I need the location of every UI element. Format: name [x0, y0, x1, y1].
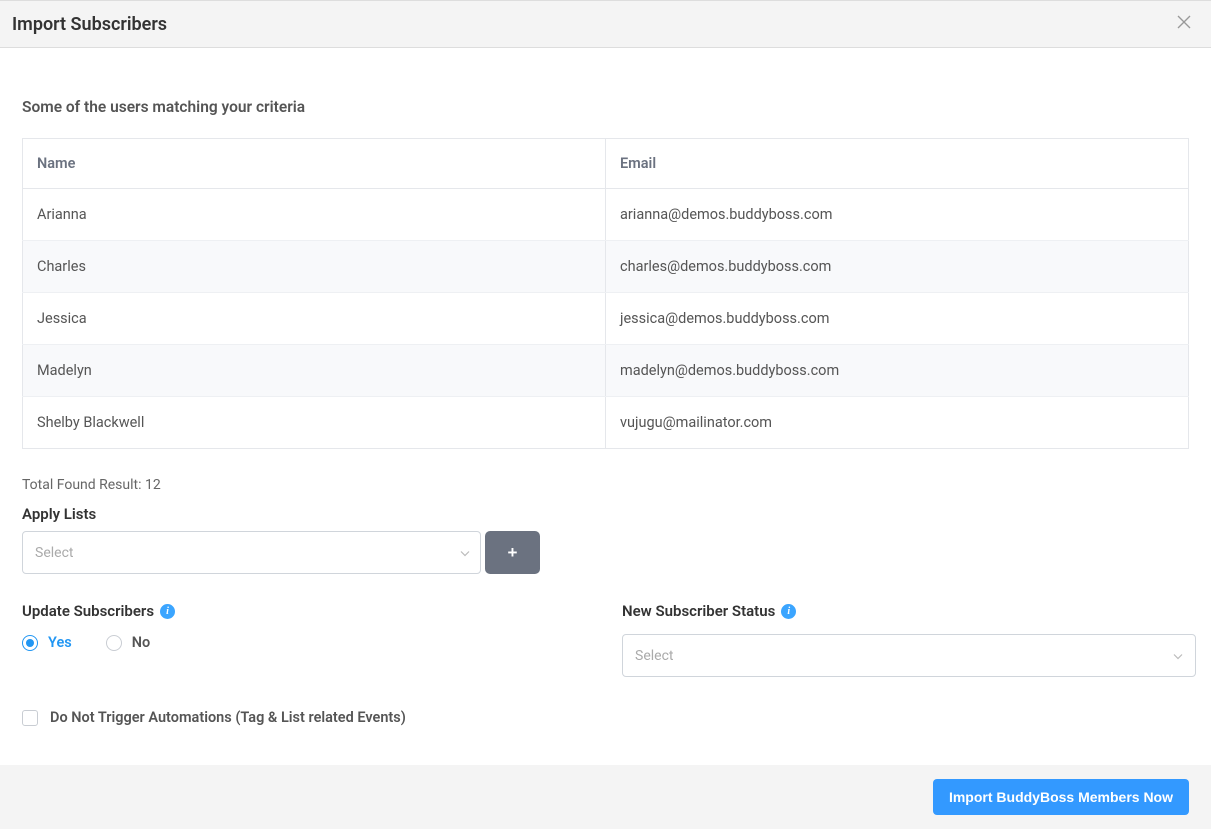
new-subscriber-status-text: New Subscriber Status — [622, 602, 775, 620]
new-subscriber-status-section: New Subscriber Status i Select — [622, 602, 1196, 677]
apply-lists-row: Select + — [22, 531, 1189, 574]
radio-no-label: No — [132, 634, 150, 651]
table-row: Madelyn madelyn@demos.buddyboss.com — [23, 345, 1189, 397]
modal-title: Import Subscribers — [12, 14, 167, 35]
criteria-heading: Some of the users matching your criteria — [22, 98, 1189, 116]
chevron-down-icon — [460, 546, 470, 559]
radio-no-circle — [106, 635, 122, 651]
update-subscribers-text: Update Subscribers — [22, 602, 154, 620]
radio-no[interactable]: No — [106, 634, 150, 651]
apply-lists-select[interactable]: Select — [22, 531, 481, 574]
table-row: Shelby Blackwell vujugu@mailinator.com — [23, 397, 1189, 449]
update-subscribers-section: Update Subscribers i Yes No — [22, 602, 542, 677]
cell-name: Madelyn — [23, 345, 606, 397]
new-subscriber-status-label: New Subscriber Status i — [622, 602, 1196, 620]
modal-content: Some of the users matching your criteria… — [0, 48, 1211, 746]
cell-name: Arianna — [23, 189, 606, 241]
modal-footer: Import BuddyBoss Members Now — [0, 765, 1211, 829]
radio-yes[interactable]: Yes — [22, 634, 72, 651]
cell-name: Jessica — [23, 293, 606, 345]
cell-email: vujugu@mailinator.com — [606, 397, 1189, 449]
cell-email: madelyn@demos.buddyboss.com — [606, 345, 1189, 397]
total-found-label: Total Found Result: 12 — [22, 477, 1189, 493]
cell-email: charles@demos.buddyboss.com — [606, 241, 1189, 293]
radio-yes-label: Yes — [48, 634, 72, 651]
import-members-button[interactable]: Import BuddyBoss Members Now — [933, 779, 1189, 815]
close-icon[interactable] — [1173, 11, 1195, 37]
no-trigger-label: Do Not Trigger Automations (Tag & List r… — [50, 709, 406, 726]
cell-name: Charles — [23, 241, 606, 293]
column-header-email: Email — [606, 139, 1189, 189]
cell-email: arianna@demos.buddyboss.com — [606, 189, 1189, 241]
no-trigger-row: Do Not Trigger Automations (Tag & List r… — [22, 709, 1189, 726]
status-placeholder: Select — [635, 648, 673, 664]
update-subscribers-radio-group: Yes No — [22, 634, 542, 651]
info-icon[interactable]: i — [160, 604, 175, 619]
new-subscriber-status-select[interactable]: Select — [622, 634, 1196, 677]
users-table: Name Email Arianna arianna@demos.buddybo… — [22, 138, 1189, 449]
table-row: Jessica jessica@demos.buddyboss.com — [23, 293, 1189, 345]
apply-lists-label: Apply Lists — [22, 505, 1189, 523]
update-subscribers-label: Update Subscribers i — [22, 602, 542, 620]
modal-header: Import Subscribers — [0, 0, 1211, 48]
no-trigger-checkbox[interactable] — [22, 710, 38, 726]
cell-email: jessica@demos.buddyboss.com — [606, 293, 1189, 345]
column-header-name: Name — [23, 139, 606, 189]
radio-yes-circle — [22, 635, 38, 651]
chevron-down-icon — [1173, 649, 1183, 662]
apply-lists-placeholder: Select — [35, 545, 73, 561]
table-row: Charles charles@demos.buddyboss.com — [23, 241, 1189, 293]
info-icon[interactable]: i — [781, 604, 796, 619]
cell-name: Shelby Blackwell — [23, 397, 606, 449]
add-list-button[interactable]: + — [485, 531, 540, 574]
table-row: Arianna arianna@demos.buddyboss.com — [23, 189, 1189, 241]
